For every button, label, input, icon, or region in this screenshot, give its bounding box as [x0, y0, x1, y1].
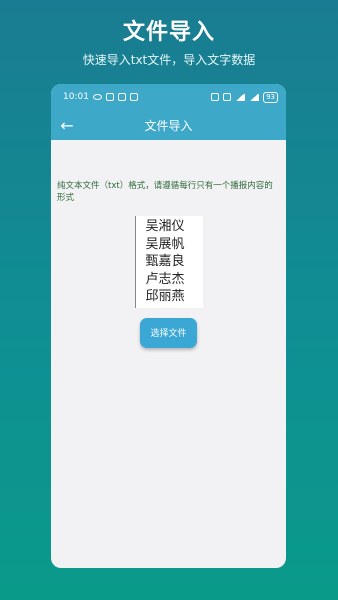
eye-icon: [92, 94, 102, 100]
back-button[interactable]: ←: [52, 110, 82, 140]
sample-line: 邱丽燕: [145, 289, 185, 304]
sample-line: 吴湘仪: [145, 219, 185, 234]
arrow-left-icon: ←: [60, 115, 74, 135]
status-time: 10:01: [63, 92, 89, 102]
notification-icon: [117, 93, 126, 101]
app-bar: ← 文件导入: [51, 110, 286, 140]
sample-text-preview: 吴湘仪 吴展帆 甄嘉良 卢志杰 邱丽燕: [134, 216, 203, 308]
phone-screen: 10:01 93 ← 文件导入 纯文本文件（txt）格式，请遵循每行只有一个播报…: [51, 84, 286, 568]
wifi-icon: [235, 93, 246, 101]
status-bar: 10:01 93: [51, 84, 286, 110]
vibrate-icon: [211, 93, 220, 101]
message-icon: [129, 93, 138, 101]
choose-file-button[interactable]: 选择文件: [140, 317, 197, 348]
battery-icon: 93: [263, 91, 278, 103]
app-notification-icon: [105, 93, 114, 101]
alarm-icon: [223, 93, 232, 101]
page-title: 文件导入: [144, 118, 193, 133]
format-description: 纯文本文件（txt）格式，请遵循每行只有一个播报内容的形式: [57, 181, 273, 203]
hero-subtitle: 快速导入txt文件，导入文字数据: [82, 53, 256, 67]
signal-icon: [249, 93, 260, 101]
hero-title: 文件导入: [122, 20, 215, 45]
sample-line: 卢志杰: [145, 271, 185, 287]
sample-line: 吴展帆: [145, 236, 185, 252]
sample-line: 甄嘉良: [145, 254, 185, 269]
